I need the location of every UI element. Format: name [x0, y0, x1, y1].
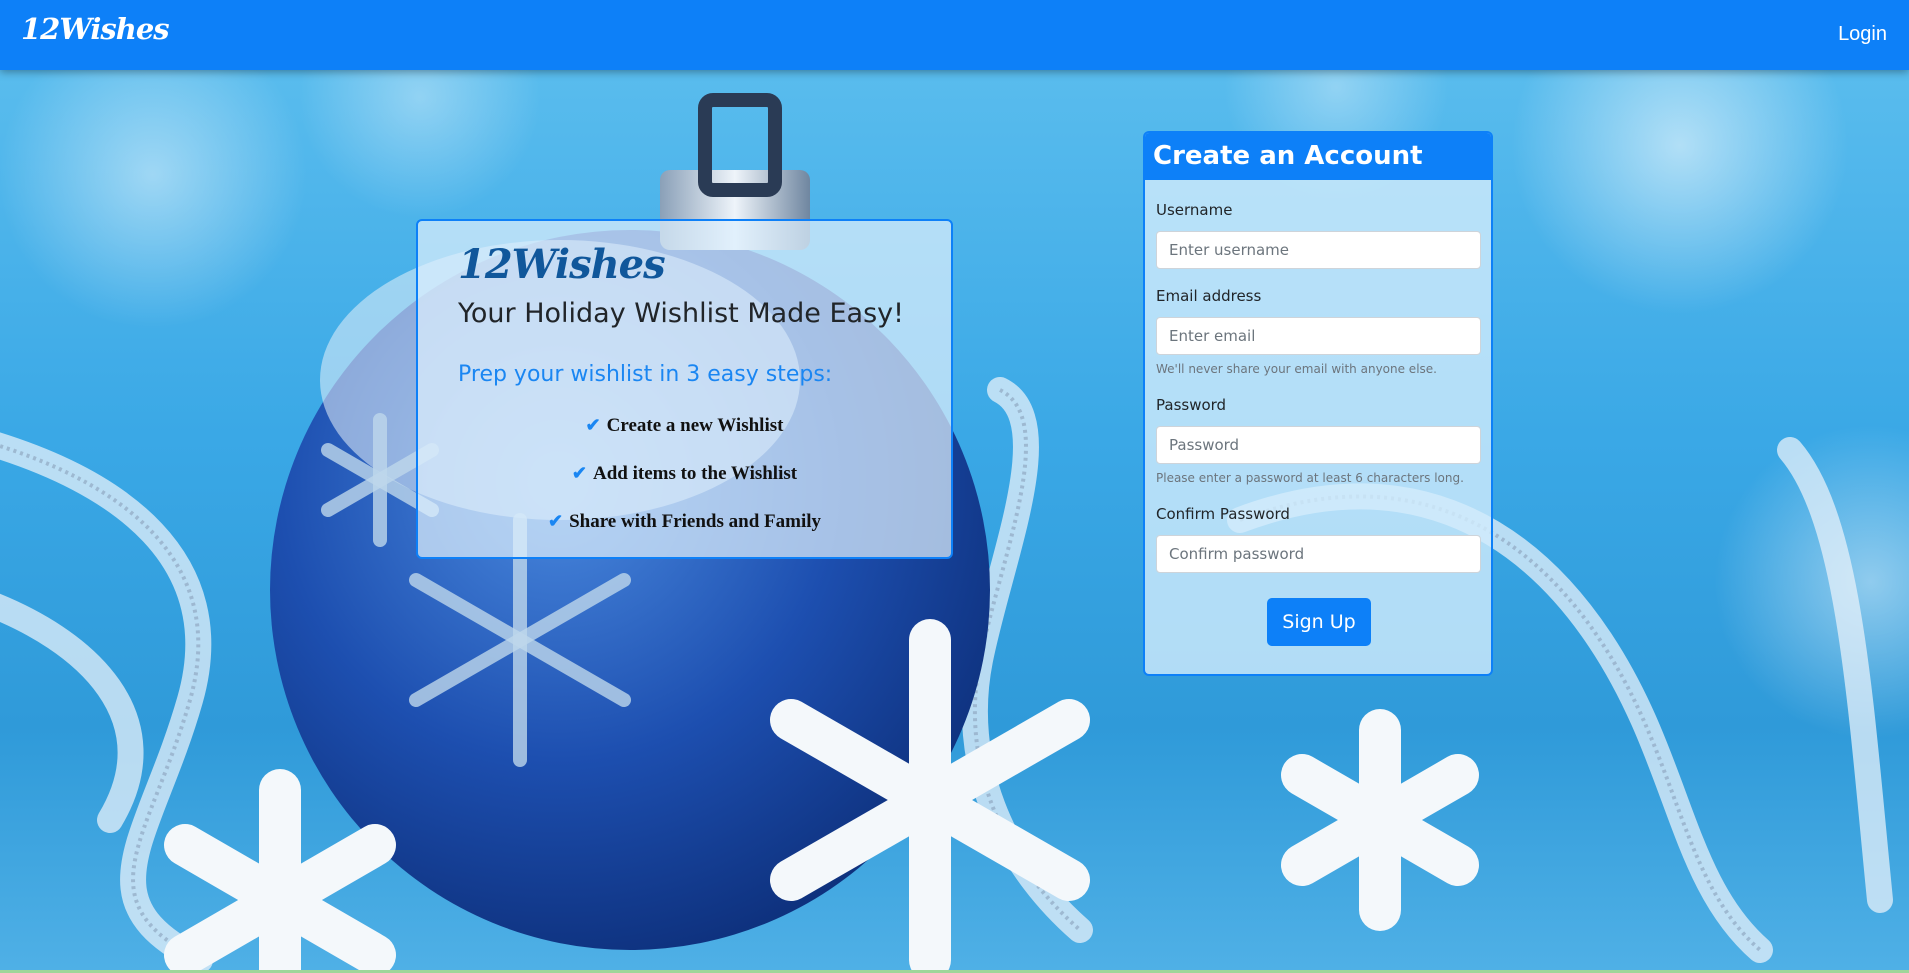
brand-logo[interactable]: 12Wishes: [21, 12, 170, 46]
sign-up-button[interactable]: Sign Up: [1267, 598, 1371, 646]
signup-form: Create an Account Username Email address…: [1143, 131, 1493, 676]
step-label: Share with Friends and Family: [569, 511, 822, 532]
password-help-text: Please enter a password at least 6 chara…: [1156, 471, 1464, 485]
signup-title: Create an Account: [1145, 133, 1491, 180]
hero-card: 12Wishes Your Holiday Wishlist Made Easy…: [416, 219, 953, 559]
list-item: ✔ Create a new Wishlist: [418, 411, 951, 459]
list-item: ✔ Add items to the Wishlist: [418, 459, 951, 507]
password-input[interactable]: [1156, 426, 1481, 464]
check-icon: ✔: [547, 511, 564, 531]
navbar: 12Wishes Login: [0, 0, 1909, 70]
check-icon: ✔: [585, 415, 601, 435]
hero-title: Your Holiday Wishlist Made Easy!: [458, 298, 904, 329]
hero-logo: 12Wishes: [458, 241, 666, 288]
background-image: [0, 0, 1909, 970]
username-input[interactable]: [1156, 231, 1481, 269]
step-label: Add items to the Wishlist: [592, 463, 798, 484]
password-label: Password: [1156, 396, 1227, 414]
steps-list: ✔ Create a new Wishlist ✔ Add items to the…: [418, 411, 951, 555]
email-input[interactable]: [1156, 317, 1481, 355]
hero-subtitle: Prep your wishlist in 3 easy steps:: [458, 362, 833, 387]
username-label: Username: [1156, 201, 1233, 219]
confirm-password-input[interactable]: [1156, 535, 1481, 573]
step-label: Create a new Wishlist: [606, 415, 784, 436]
login-link[interactable]: Login: [1838, 23, 1887, 46]
list-item: ✔ Share with Friends and Family: [418, 507, 951, 555]
confirm-password-label: Confirm Password: [1156, 505, 1290, 523]
check-icon: ✔: [571, 463, 587, 483]
email-help-text: We'll never share your email with anyone…: [1156, 362, 1437, 376]
email-label: Email address: [1156, 287, 1262, 305]
